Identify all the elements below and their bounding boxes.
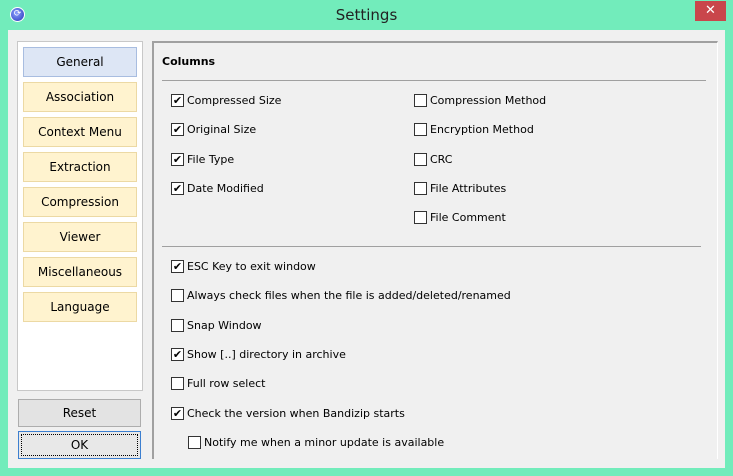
nav-item-context-menu[interactable]: Context Menu [23, 117, 137, 147]
nav-item-compression[interactable]: Compression [23, 187, 137, 217]
checkbox-notify-me-when-a-minor-update-is-available[interactable]: Notify me when a minor update is availab… [188, 435, 445, 449]
nav-item-extraction[interactable]: Extraction [23, 152, 137, 182]
checkbox-file-type[interactable]: ✔ File Type [171, 152, 235, 166]
unchecked-icon[interactable] [414, 181, 427, 195]
checkbox-esc-key-to-exit-window[interactable]: ✔ ESC Key to exit window [171, 260, 316, 273]
unchecked-icon[interactable] [171, 318, 184, 332]
checkbox-date-modified[interactable]: ✔ Date Modified [171, 181, 264, 195]
checkbox-label: File Comment [430, 211, 506, 225]
checkbox-file-comment[interactable]: File Comment [414, 211, 506, 225]
checkbox-label: Original Size [187, 123, 257, 137]
nav-item-language[interactable]: Language [23, 292, 137, 322]
checkbox-show-directory-in-archive[interactable]: ✔ Show [..] directory in archive [171, 347, 346, 361]
nav-item-viewer[interactable]: Viewer [23, 222, 137, 252]
nav-item-general[interactable]: General [23, 47, 137, 77]
title-bar: ⟳ Settings ✕ [0, 0, 733, 30]
close-button[interactable]: ✕ [695, 1, 726, 21]
nav-item-association[interactable]: Association [23, 82, 137, 112]
checked-icon[interactable]: ✔ [171, 347, 184, 361]
columns-heading: Columns [162, 55, 216, 68]
checkbox-file-attributes[interactable]: File Attributes [414, 181, 507, 195]
checkbox-label: Notify me when a minor update is availab… [204, 435, 445, 449]
checkbox-label: Date Modified [187, 181, 264, 195]
window-title: Settings [335, 6, 398, 24]
checkbox-label: ESC Key to exit window [187, 260, 316, 273]
checkbox-label: Always check files when the file is adde… [187, 289, 511, 303]
checkbox-original-size[interactable]: ✔ Original Size [171, 123, 257, 137]
checkbox-label: Show [..] directory in archive [187, 347, 346, 361]
unchecked-icon[interactable] [414, 152, 427, 166]
checkbox-label: File Type [187, 152, 235, 166]
checkbox-label: CRC [430, 152, 453, 166]
checked-icon[interactable]: ✔ [171, 123, 184, 137]
checked-icon[interactable]: ✔ [171, 260, 184, 273]
unchecked-icon[interactable] [414, 211, 427, 225]
checkbox-label: Compression Method [430, 94, 547, 107]
divider [162, 246, 701, 247]
unchecked-icon[interactable] [414, 123, 427, 137]
checkbox-snap-window[interactable]: Snap Window [171, 318, 262, 332]
checkbox-check-the-version-when-bandizip-starts[interactable]: ✔ Check the version when Bandizip starts [171, 406, 405, 420]
checkbox-encryption-method[interactable]: Encryption Method [414, 123, 534, 137]
checkbox-full-row-select[interactable]: Full row select [171, 377, 266, 391]
checkbox-compression-method[interactable]: Compression Method [414, 94, 546, 107]
ok-button[interactable]: OK [18, 431, 141, 459]
checkbox-label: Full row select [187, 377, 266, 391]
checked-icon[interactable]: ✔ [171, 94, 184, 107]
unchecked-icon[interactable] [171, 377, 184, 391]
checkbox-compressed-size[interactable]: ✔ Compressed Size [171, 94, 281, 107]
unchecked-icon[interactable] [188, 435, 201, 449]
checked-icon[interactable]: ✔ [171, 181, 184, 195]
unchecked-icon[interactable] [171, 289, 184, 303]
nav-item-miscellaneous[interactable]: Miscellaneous [23, 257, 137, 287]
checked-icon[interactable]: ✔ [171, 152, 184, 166]
checkbox-label: Compressed Size [187, 94, 282, 107]
divider [162, 80, 706, 81]
checkbox-label: Check the version when Bandizip starts [187, 406, 405, 420]
checkbox-label: Encryption Method [430, 123, 534, 137]
checkbox-crc[interactable]: CRC [414, 152, 453, 166]
checkbox-label: Snap Window [187, 318, 262, 332]
checkbox-always-check-files-when-the-file-is-added-deleted-renamed[interactable]: Always check files when the file is adde… [171, 289, 511, 303]
checkbox-label: File Attributes [430, 181, 507, 195]
checked-icon[interactable]: ✔ [171, 406, 184, 420]
reset-button[interactable]: Reset [18, 399, 141, 427]
unchecked-icon[interactable] [414, 94, 427, 107]
